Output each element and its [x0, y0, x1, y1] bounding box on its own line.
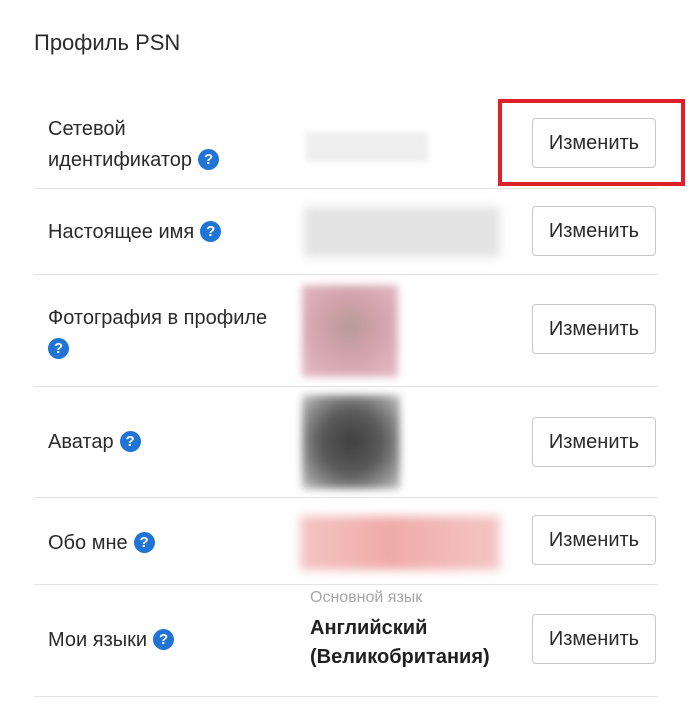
- row-label-profile-photo: Фотография в профиле ?: [48, 303, 267, 365]
- language-value-line-2: (Великобритания): [310, 646, 490, 668]
- row-label-languages: Мои языки?: [48, 625, 175, 656]
- real-name-value-blurred: [304, 207, 500, 257]
- edit-real-name-button[interactable]: Изменить: [532, 206, 656, 256]
- page-title: Профиль PSN: [34, 30, 181, 55]
- edit-languages-button[interactable]: Изменить: [532, 614, 656, 664]
- row-label-avatar: Аватар?: [48, 427, 141, 458]
- highlight-annotation: [498, 99, 685, 186]
- row-label-online-id: Сетевой идентификатор?: [48, 114, 220, 176]
- row-profile-photo: Фотография в профиле ? Изменить: [34, 275, 658, 387]
- row-label-about-me: Обо мне?: [48, 528, 155, 559]
- edit-about-me-button[interactable]: Изменить: [532, 515, 656, 565]
- primary-language-value: Английский (Великобритания): [310, 614, 490, 672]
- question-circle-icon[interactable]: ?: [133, 532, 155, 553]
- about-me-label: Обо мне: [48, 532, 128, 554]
- avatar-image-blurred: [302, 395, 400, 489]
- question-circle-icon[interactable]: ?: [119, 431, 141, 452]
- language-value-line-1: Английский: [310, 617, 428, 639]
- row-languages: Мои языки? Основной язык Английский (Вел…: [34, 585, 658, 697]
- edit-profile-photo-button[interactable]: Изменить: [532, 304, 656, 354]
- about-me-value-blurred: [300, 516, 500, 570]
- avatar-label: Аватар: [48, 431, 114, 453]
- row-real-name: Настоящее имя? Изменить: [34, 189, 658, 275]
- label-line-2: идентификатор: [48, 149, 193, 171]
- question-circle-icon[interactable]: ?: [200, 221, 222, 242]
- row-label-real-name: Настоящее имя?: [48, 217, 222, 248]
- label-line-1: Сетевой: [48, 118, 126, 140]
- profile-photo-label: Фотография в профиле: [48, 307, 268, 329]
- question-circle-icon[interactable]: ?: [153, 629, 175, 650]
- profile-photo-blurred: [302, 285, 398, 377]
- question-circle-icon[interactable]: ?: [198, 149, 220, 170]
- languages-label: Мои языки: [48, 629, 148, 651]
- edit-avatar-button[interactable]: Изменить: [532, 417, 656, 467]
- real-name-label: Настоящее имя: [48, 221, 195, 243]
- primary-language-caption: Основной язык: [310, 589, 423, 606]
- row-about-me: Обо мне? Изменить: [34, 498, 658, 585]
- question-circle-icon[interactable]: ?: [48, 338, 69, 359]
- online-id-value-blurred: [306, 132, 428, 162]
- row-avatar: Аватар? Изменить: [34, 387, 658, 498]
